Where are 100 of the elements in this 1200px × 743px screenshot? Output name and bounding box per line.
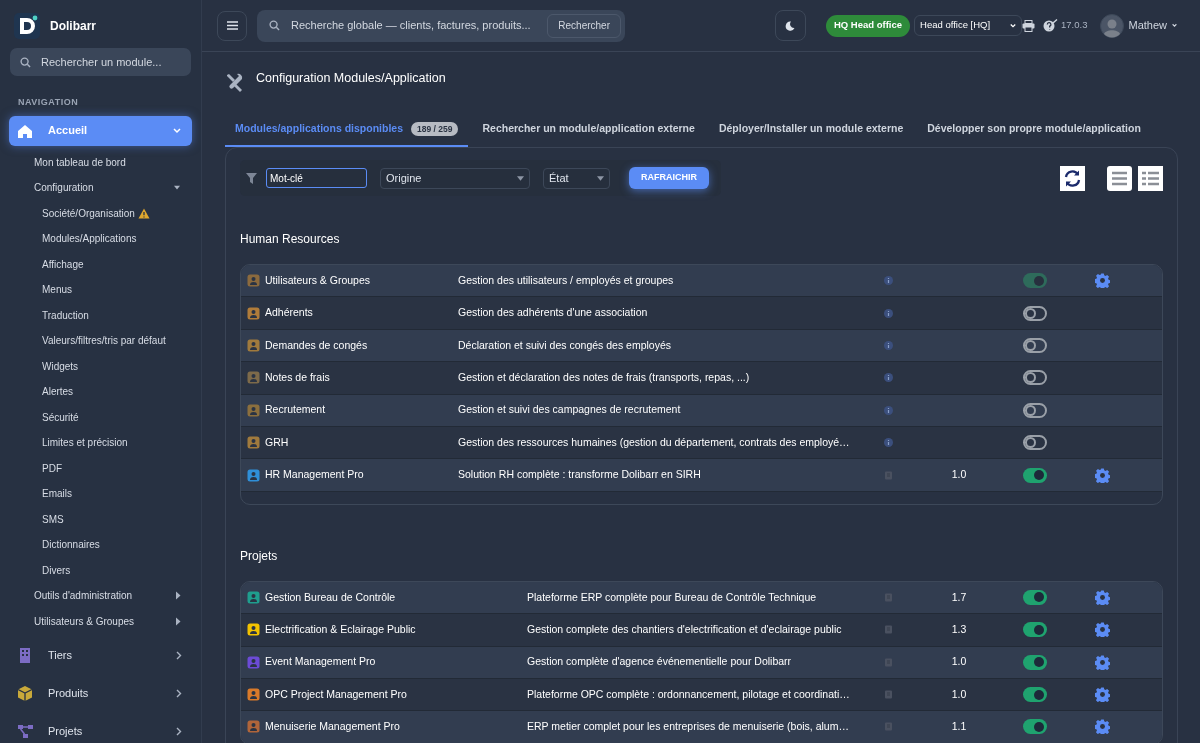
- module-description: Gestion complète d'agence événementielle pour Dolibarr: [527, 654, 793, 670]
- submenu-item[interactable]: Sécurité: [0, 404, 181, 430]
- submenu-item[interactable]: Mon tableau de bord: [0, 149, 181, 175]
- settings-icon: [1095, 622, 1110, 638]
- document-icon: [883, 592, 893, 602]
- menu-icon: [226, 21, 238, 30]
- submenu-item[interactable]: Modules/Applications: [0, 226, 181, 252]
- toggle-switch[interactable]: [1023, 654, 1047, 670]
- submenu-item[interactable]: Alertes: [0, 379, 181, 405]
- settings-button[interactable]: [1095, 589, 1110, 605]
- module-icon: [247, 338, 260, 352]
- brand-name: Dolibarr: [50, 17, 96, 35]
- toggle-switch[interactable]: [1023, 435, 1047, 451]
- settings-icon: [1095, 654, 1110, 670]
- sidebar-item[interactable]: Produits: [9, 678, 192, 708]
- tab[interactable]: Développer son propre module/application: [917, 117, 1151, 147]
- module-name: Demandes de congés: [265, 337, 368, 353]
- module-icon: [247, 623, 260, 637]
- chevron-down-icon: [1009, 22, 1018, 29]
- module-icon: [247, 468, 260, 482]
- module-search-field[interactable]: Rechercher un module...: [10, 48, 191, 76]
- menu-button[interactable]: [217, 10, 247, 41]
- entity-badge: HQ Head office: [825, 14, 911, 37]
- module-icon: [247, 688, 260, 702]
- submenu-item[interactable]: Utilisateurs & Groupes: [0, 608, 181, 634]
- theme-toggle-button[interactable]: [774, 10, 806, 41]
- settings-button[interactable]: [1095, 719, 1110, 735]
- module-name: Adhérents: [265, 305, 313, 321]
- toggle-switch[interactable]: [1023, 305, 1047, 321]
- toggle-switch[interactable]: [1023, 467, 1047, 483]
- sidebar-item[interactable]: Projets: [9, 716, 192, 743]
- submenu-item[interactable]: SMS: [0, 506, 181, 532]
- search-button[interactable]: Rechercher: [547, 13, 621, 38]
- section-title: Human Resources: [240, 231, 341, 248]
- logo-icon: [14, 12, 40, 39]
- settings-button[interactable]: [1095, 467, 1110, 483]
- submenu-item[interactable]: Limites et précision: [0, 430, 181, 456]
- submenu-item[interactable]: Valeurs/filtres/tris par défaut: [0, 328, 181, 354]
- document-icon: [883, 657, 893, 667]
- settings-button[interactable]: [1095, 622, 1110, 638]
- entity-select[interactable]: Head office [HQ]: [914, 15, 1023, 36]
- user-menu[interactable]: Mathew: [1128, 17, 1178, 34]
- version-number: 1.0: [951, 467, 967, 483]
- settings-button[interactable]: [1095, 654, 1110, 670]
- module-icon: [247, 371, 260, 385]
- info-icon: [883, 340, 893, 350]
- module-name: GRH: [265, 434, 289, 450]
- settings-button[interactable]: [1095, 687, 1110, 703]
- avatar-icon: [1100, 13, 1125, 38]
- toggle-switch[interactable]: [1023, 687, 1047, 703]
- submenu-item[interactable]: Emails: [0, 481, 181, 507]
- keyword-field[interactable]: Mot-clé: [266, 168, 367, 188]
- global-search-input[interactable]: Recherche globale — clients, factures, produits...: [291, 17, 537, 34]
- submenu-item[interactable]: Traduction: [0, 302, 181, 328]
- origin-select[interactable]: Origine: [380, 167, 530, 189]
- state-select[interactable]: État: [543, 167, 610, 189]
- module-icon: [247, 590, 260, 604]
- info-icon: [883, 373, 893, 383]
- reload-icon: [1063, 168, 1082, 188]
- module-icon: [247, 306, 260, 320]
- submenu-item[interactable]: Société/Organisation: [0, 200, 181, 226]
- menu-item-icon: [16, 722, 34, 740]
- module-description: Plateforme OPC complète : ordonnancement, pilotage et coordinati…: [527, 686, 851, 702]
- module-search-input[interactable]: Rechercher un module...: [41, 53, 181, 71]
- document-icon: [883, 625, 893, 635]
- submenu-item[interactable]: Menus: [0, 277, 181, 303]
- submenu-item[interactable]: PDF: [0, 455, 181, 481]
- module-description: Gestion des utilisateurs / employés et groupes: [458, 272, 675, 288]
- toggle-switch[interactable]: [1023, 402, 1047, 418]
- module-name: Event Management Pro: [265, 654, 376, 670]
- toggle-switch[interactable]: [1023, 622, 1047, 638]
- submenu-item[interactable]: Divers: [0, 557, 181, 583]
- submenu-item[interactable]: Dictionnaires: [0, 532, 181, 558]
- module-description: Plateforme ERP complète pour Bureau de Contrôle Technique: [527, 589, 818, 605]
- module-name: Electrification & Eclairage Public: [265, 621, 416, 637]
- version-number: 1.0: [951, 686, 967, 702]
- detail-view-button[interactable]: [1138, 165, 1163, 191]
- page-title: Configuration Modules/Application: [256, 70, 446, 87]
- submenu-item[interactable]: Affichage: [0, 251, 181, 277]
- module-icon: [247, 274, 260, 288]
- settings-button[interactable]: [1095, 273, 1110, 289]
- help-icon: [1043, 19, 1059, 32]
- module-icon: [247, 720, 260, 734]
- toggle-switch[interactable]: [1023, 370, 1047, 386]
- tab[interactable]: Rechercher un module/application externe: [472, 117, 705, 147]
- submenu-item[interactable]: Widgets: [0, 353, 181, 379]
- toggle-switch[interactable]: [1023, 589, 1047, 605]
- module-name: OPC Project Management Pro: [265, 686, 407, 702]
- tab[interactable]: Modules/applications disponibles 189 / 259: [225, 117, 469, 147]
- submenu-item[interactable]: Outils d'administration: [0, 583, 181, 609]
- sidebar-item[interactable]: Tiers: [9, 640, 192, 670]
- global-search-field[interactable]: Recherche globale — clients, factures, produits... Rechercher: [257, 9, 625, 42]
- document-icon: [883, 470, 893, 480]
- toggle-switch[interactable]: [1023, 337, 1047, 353]
- list-view-button[interactable]: [1107, 165, 1132, 191]
- submenu-item[interactable]: Configuration: [0, 175, 181, 201]
- tab[interactable]: Déployer/Installer un module externe: [708, 117, 914, 147]
- reload-button[interactable]: [1060, 165, 1085, 191]
- toggle-switch[interactable]: [1023, 719, 1047, 735]
- module-name: Gestion Bureau de Contrôle: [265, 589, 396, 605]
